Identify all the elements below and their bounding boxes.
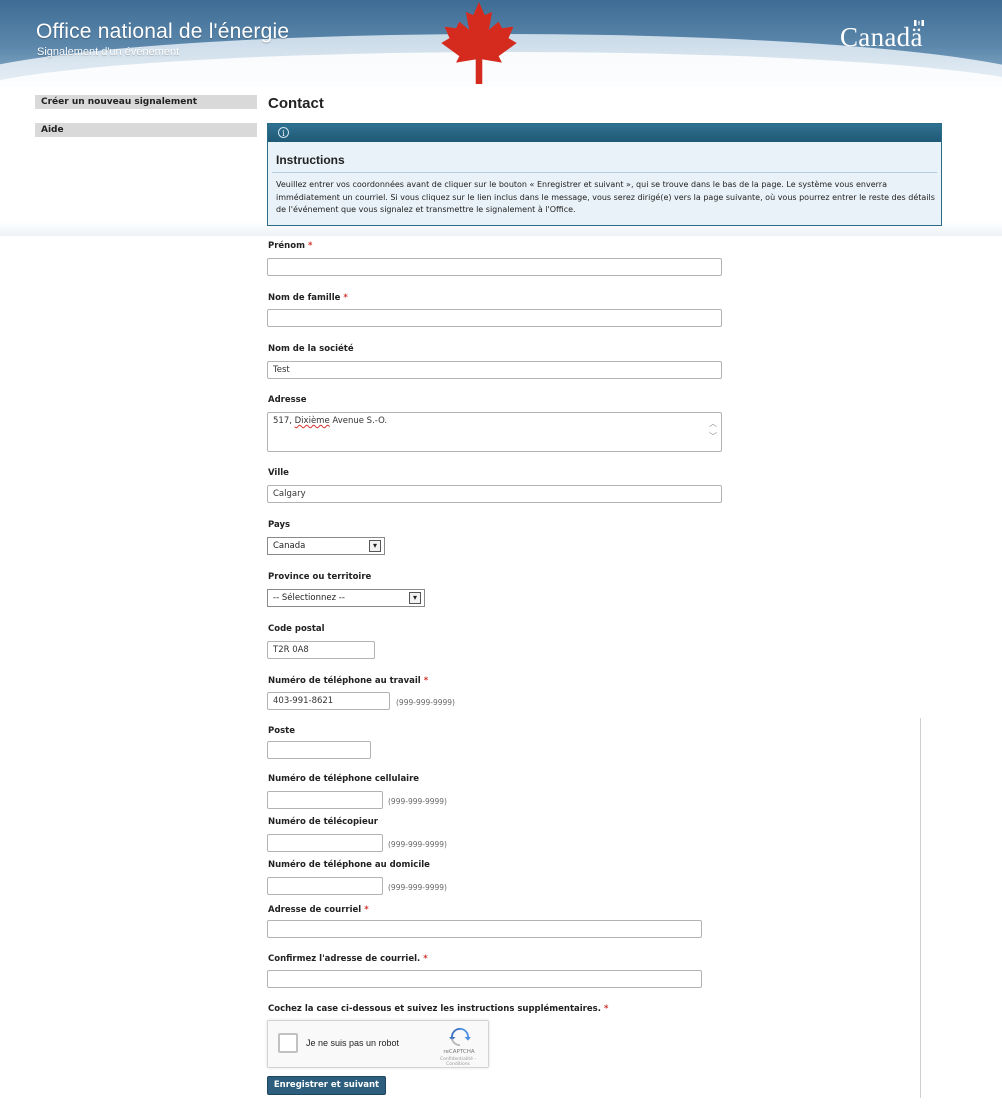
email-confirm-field[interactable]: [267, 970, 702, 988]
fax-label: Numéro de télécopieur: [268, 817, 378, 827]
cell-phone-field[interactable]: [267, 791, 383, 809]
chevron-down-icon: ▾: [369, 540, 381, 552]
textarea-scroll-arrows-icon[interactable]: ︿ ﹀: [708, 417, 718, 447]
first-name-field[interactable]: [267, 258, 722, 276]
fax-field[interactable]: [267, 834, 383, 852]
work-phone-label: Numéro de téléphone au travail *: [268, 676, 429, 686]
extension-label: Poste: [268, 726, 295, 736]
last-name-field[interactable]: [267, 309, 722, 327]
required-marker: *: [343, 293, 348, 303]
postal-code-field[interactable]: T2R 0A8: [267, 641, 375, 659]
last-name-label: Nom de famille *: [268, 293, 348, 303]
recaptcha-logo-icon: [449, 1028, 471, 1046]
work-phone-field[interactable]: 403-991-8621: [267, 692, 390, 710]
address-value-spellcheck: Dixième: [294, 416, 330, 426]
province-select[interactable]: -- Sélectionnez -- ▾: [267, 589, 425, 607]
country-label: Pays: [268, 520, 291, 530]
canada-wordmark-text: Canadä: [840, 22, 923, 52]
address-textarea[interactable]: 517, Dixième Avenue S.-O. ︿ ﹀: [267, 412, 722, 452]
recaptcha-widget: Je ne suis pas un robot reCAPTCHA Confid…: [267, 1020, 489, 1068]
instructions-title: Instructions: [276, 153, 345, 167]
recaptcha-label: Je ne suis pas un robot: [306, 1038, 400, 1048]
home-phone-format-hint: (999-999-9999): [388, 883, 447, 892]
company-label: Nom de la société: [268, 344, 354, 354]
chevron-down-icon: ▾: [409, 592, 421, 604]
country-select[interactable]: Canada ▾: [267, 537, 385, 555]
address-label: Adresse: [268, 395, 307, 405]
province-label: Province ou territoire: [268, 572, 372, 582]
city-field[interactable]: Calgary: [267, 485, 722, 503]
first-name-label: Prénom *: [268, 241, 313, 251]
info-icon: i: [278, 127, 289, 138]
header-banner: Office national de l'énergie Signalement…: [0, 0, 1002, 86]
canada-wordmark: Canadä: [840, 20, 924, 53]
nav-item-help[interactable]: Aide: [35, 123, 257, 137]
country-select-value: Canada: [273, 541, 306, 551]
city-label: Ville: [268, 468, 289, 478]
maple-leaf-icon: [441, 2, 517, 84]
cell-phone-label: Numéro de téléphone cellulaire: [268, 774, 420, 784]
nav-item-create-report[interactable]: Créer un nouveau signalement: [35, 95, 257, 109]
postal-code-label: Code postal: [268, 624, 325, 634]
company-field[interactable]: Test: [267, 361, 722, 379]
content-right-border: [920, 718, 921, 1098]
cell-phone-format-hint: (999-999-9999): [388, 797, 447, 806]
province-select-value: -- Sélectionnez --: [273, 593, 345, 603]
page-title: Contact: [268, 95, 324, 112]
required-marker: *: [603, 1004, 609, 1014]
address-value-prefix: 517,: [273, 416, 295, 426]
address-value-suffix: Avenue S.-O.: [329, 416, 388, 426]
site-title[interactable]: Office national de l'énergie: [36, 20, 289, 44]
email-field[interactable]: [267, 920, 702, 938]
save-and-next-button[interactable]: Enregistrer et suivant: [267, 1076, 386, 1095]
recaptcha-links[interactable]: Confidentialité - Conditions: [428, 1057, 488, 1067]
instructions-divider: [272, 172, 937, 173]
email-label: Adresse de courriel *: [268, 905, 369, 915]
instructions-text: Veuillez entrer vos coordonnées avant de…: [276, 180, 935, 214]
extension-field[interactable]: [267, 741, 371, 759]
work-phone-format-hint: (999-999-9999): [396, 698, 455, 707]
recaptcha-brand: reCAPTCHA: [443, 1049, 475, 1055]
recaptcha-checkbox[interactable]: [278, 1033, 298, 1053]
required-marker: *: [364, 905, 369, 915]
instructions-panel: i Instructions Veuillez entrer vos coord…: [267, 123, 942, 226]
required-marker: *: [423, 676, 429, 686]
required-marker: *: [307, 241, 313, 251]
home-phone-field[interactable]: [267, 877, 383, 895]
fax-format-hint: (999-999-9999): [388, 840, 447, 849]
email-confirm-label: Confirmez l'adresse de courriel. *: [268, 954, 428, 964]
required-marker: *: [423, 954, 428, 964]
instructions-panel-header: i: [268, 124, 941, 142]
site-subtitle: Signalement d'un événement: [37, 46, 180, 58]
captcha-label: Cochez la case ci-dessous et suivez les …: [268, 1004, 609, 1014]
home-phone-label: Numéro de téléphone au domicile: [268, 860, 430, 870]
wordmark-flag-icon: [913, 20, 924, 26]
